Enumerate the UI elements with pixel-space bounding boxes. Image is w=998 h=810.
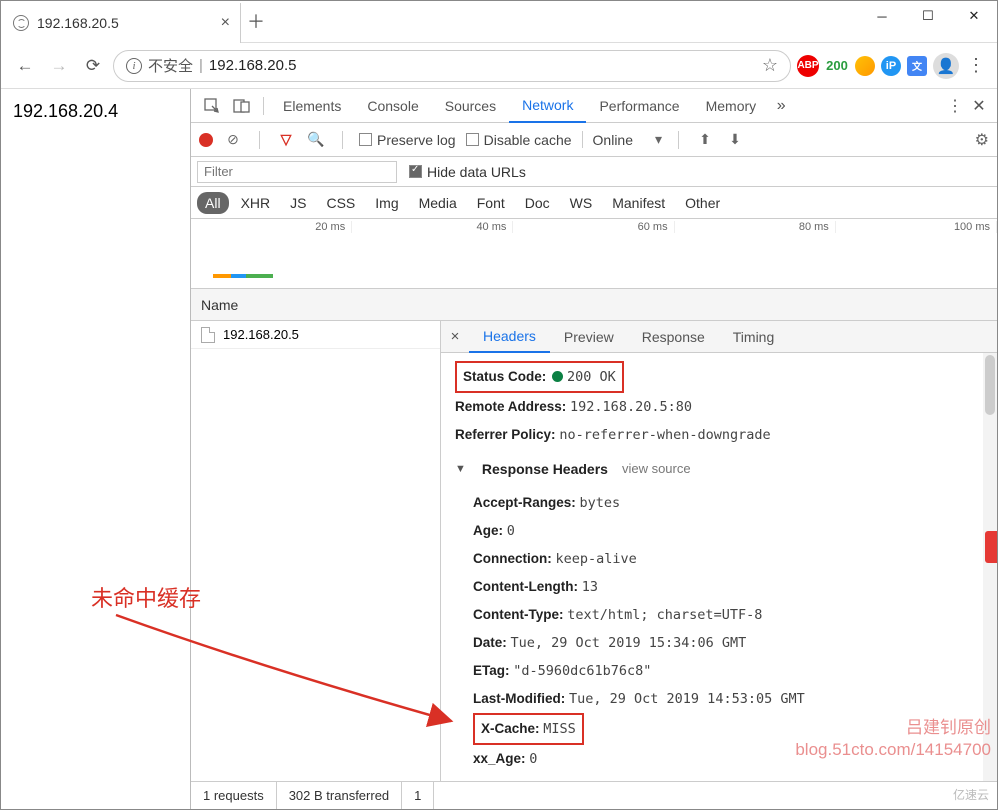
filter-icon[interactable]: ▽ (276, 131, 296, 148)
detail-tab-headers[interactable]: Headers (469, 321, 550, 353)
type-pill-media[interactable]: Media (411, 192, 465, 214)
type-pill-other[interactable]: Other (677, 192, 728, 214)
type-pill-manifest[interactable]: Manifest (604, 192, 673, 214)
type-pill-ws[interactable]: WS (562, 192, 601, 214)
view-source-link[interactable]: view source (622, 456, 691, 482)
url-text: 192.168.20.5 (209, 57, 756, 74)
detail-tab-preview[interactable]: Preview (550, 321, 628, 353)
profile-avatar[interactable]: 👤 (933, 53, 959, 79)
throttle-select[interactable]: Online▾ (582, 131, 663, 148)
filter-input[interactable] (197, 161, 397, 183)
request-table-header: Name (191, 289, 997, 321)
side-marker (985, 531, 997, 563)
tab-performance[interactable]: Performance (586, 89, 692, 123)
maximize-button[interactable]: ☐ (905, 1, 951, 31)
page-content: 192.168.20.4 (1, 89, 191, 809)
url-box[interactable]: i 不安全 | 192.168.20.5 ☆ (113, 50, 791, 82)
info-icon[interactable]: i (126, 58, 142, 74)
adblock-icon[interactable]: ABP (797, 55, 819, 77)
timeline-bar (213, 274, 273, 278)
type-pill-xhr[interactable]: XHR (233, 192, 279, 214)
devtools-panel: Elements Console Sources Network Perform… (191, 89, 997, 809)
page-body-text: 192.168.20.4 (13, 101, 118, 121)
translate-icon[interactable]: 文 (907, 56, 927, 76)
address-bar: ← → ⟳ i 不安全 | 192.168.20.5 ☆ ABP 200 iP … (1, 43, 997, 89)
new-tab-button[interactable]: ＋ (241, 1, 271, 41)
tab-network[interactable]: Network (509, 89, 586, 123)
reload-button[interactable]: ⟳ (79, 52, 107, 80)
tab-console[interactable]: Console (354, 89, 431, 123)
status-more: 1 (402, 782, 434, 809)
upload-icon[interactable]: ⬆ (695, 131, 715, 148)
back-button[interactable]: ← (11, 52, 39, 80)
globe-icon (13, 15, 29, 31)
bookmark-icon[interactable]: ☆ (762, 55, 778, 76)
document-icon (201, 327, 215, 343)
request-list: 192.168.20.5 (191, 321, 441, 809)
type-pill-all[interactable]: All (197, 192, 229, 214)
download-icon[interactable]: ⬇ (725, 131, 745, 148)
tab-sources[interactable]: Sources (432, 89, 509, 123)
devtools-menu-icon[interactable]: ⋮ (943, 96, 967, 116)
settings-gear-icon[interactable]: ⚙ (975, 130, 989, 150)
type-pill-css[interactable]: CSS (318, 192, 363, 214)
annotation-label: 未命中缓存 (91, 581, 201, 613)
type-pill-js[interactable]: JS (282, 192, 314, 214)
chrome-menu-icon[interactable]: ⋮ (965, 55, 987, 76)
request-name: 192.168.20.5 (223, 327, 299, 342)
status-requests: 1 requests (191, 782, 277, 809)
response-headers-section[interactable]: ▼Response Headersview source (455, 455, 983, 483)
close-detail-icon[interactable]: × (441, 328, 469, 345)
record-button[interactable] (199, 133, 213, 147)
close-tab-icon[interactable]: × (221, 14, 230, 32)
extension-count[interactable]: 200 (825, 54, 849, 78)
watermark-logo: 亿速云 (953, 786, 989, 803)
clear-icon[interactable]: ⊘ (223, 131, 243, 148)
col-name: Name (201, 297, 238, 313)
chevron-down-icon: ▼ (455, 458, 466, 480)
extension-icon-3[interactable] (855, 56, 875, 76)
window-titlebar: 192.168.20.5 × ＋ ─ ☐ ✕ (1, 1, 997, 43)
status-dot-icon (552, 371, 563, 382)
type-pill-font[interactable]: Font (469, 192, 513, 214)
extension-ip-icon[interactable]: iP (881, 56, 901, 76)
hide-data-urls-checkbox[interactable]: Hide data URLs (409, 164, 526, 180)
inspect-icon[interactable] (197, 91, 227, 121)
devtools-close-icon[interactable]: ✕ (967, 96, 991, 116)
watermark-text: 吕建钊原创 blog.51cto.com/14154700 (795, 717, 991, 761)
detail-tab-timing[interactable]: Timing (719, 321, 789, 353)
security-warning: 不安全 (148, 55, 193, 76)
tab-elements[interactable]: Elements (270, 89, 354, 123)
preserve-log-checkbox[interactable]: Preserve log (359, 132, 456, 148)
status-transferred: 302 B transferred (277, 782, 402, 809)
type-pill-img[interactable]: Img (367, 192, 406, 214)
network-timeline[interactable]: 20 ms 40 ms 60 ms 80 ms 100 ms (191, 219, 997, 289)
close-window-button[interactable]: ✕ (951, 1, 997, 31)
tab-memory[interactable]: Memory (693, 89, 770, 123)
type-filter-row: All XHR JS CSS Img Media Font Doc WS Man… (191, 187, 997, 219)
type-pill-doc[interactable]: Doc (517, 192, 558, 214)
request-row[interactable]: 192.168.20.5 (191, 321, 440, 349)
network-status-bar: 1 requests 302 B transferred 1 (191, 781, 997, 809)
tab-title: 192.168.20.5 (37, 15, 215, 31)
detail-tab-response[interactable]: Response (628, 321, 719, 353)
forward-button: → (45, 52, 73, 80)
minimize-button[interactable]: ─ (859, 1, 905, 31)
more-tabs-icon[interactable]: » (769, 97, 793, 115)
device-toggle-icon[interactable] (227, 91, 257, 121)
search-icon[interactable]: 🔍 (306, 131, 326, 148)
disable-cache-checkbox[interactable]: Disable cache (466, 132, 572, 148)
browser-tab[interactable]: 192.168.20.5 × (1, 3, 241, 43)
